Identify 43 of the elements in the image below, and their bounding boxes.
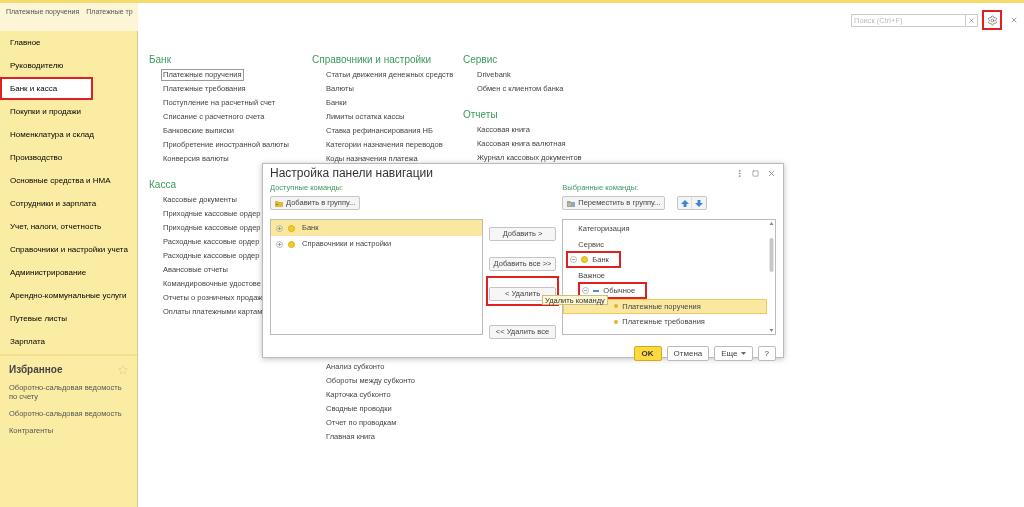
section-heading: Банк	[149, 53, 172, 67]
section-heading: Касса	[149, 178, 176, 192]
caret-icon	[740, 352, 746, 355]
more-button[interactable]: Еще	[714, 346, 753, 361]
section-heading: Сервис	[463, 53, 498, 67]
more-icon[interactable]	[735, 168, 744, 178]
ok-button[interactable]: OK	[633, 346, 662, 361]
sidebar-item[interactable]: Сотрудники и зарплата	[0, 192, 137, 215]
sidebar-item[interactable]: Учет, налоги, отчетность	[0, 215, 137, 238]
arrow-up-icon	[680, 199, 689, 207]
favorites-title: Избранное	[9, 363, 63, 377]
move-icon	[567, 199, 576, 207]
dialog-title: Настройка панели навигации	[270, 165, 433, 182]
close-icon[interactable]	[767, 168, 776, 178]
collapse-icon[interactable]	[582, 287, 590, 295]
sidebar-item[interactable]: Руководителю	[0, 54, 137, 77]
maximize-icon[interactable]	[752, 169, 759, 177]
section-heading: Справочники и настройки	[312, 53, 432, 67]
sidebar-item[interactable]: Путевые листы	[0, 307, 137, 330]
sidebar-item[interactable]: Покупки и продажи	[0, 100, 137, 123]
sidebar-item[interactable]: Арендно-коммунальные услуги	[0, 284, 137, 307]
expand-icon[interactable]	[276, 224, 283, 232]
sidebar-item[interactable]: Номенклатура и склад	[0, 123, 137, 146]
scrollbar[interactable]	[768, 220, 775, 334]
sidebar-item[interactable]: Администрирование	[0, 261, 137, 284]
sidebar-item[interactable]: Зарплата	[0, 330, 137, 353]
gear-icon	[986, 14, 998, 26]
dialog-button[interactable]: Отмена	[666, 346, 710, 361]
sidebar-item[interactable]: Главное	[0, 31, 137, 54]
sidebar-item[interactable]: Основные средства и НМА	[0, 169, 137, 192]
sidebar-item[interactable]: Справочники и настройки учета	[0, 238, 137, 261]
sidebar-item[interactable]: Производство	[0, 146, 137, 169]
arrow-down-icon	[695, 199, 704, 207]
section-heading: Отчеты	[463, 108, 498, 122]
collapse-icon[interactable]	[570, 256, 578, 264]
expand-icon[interactable]	[276, 240, 283, 248]
dash-icon	[593, 289, 600, 292]
sidebar-item[interactable]: Банк и касса	[0, 77, 93, 100]
settings-button[interactable]	[982, 10, 1002, 30]
folder-icon	[275, 199, 283, 207]
close-icon[interactable]	[1010, 16, 1018, 24]
dialog-button[interactable]: ?	[757, 346, 776, 361]
clear-icon[interactable]	[968, 16, 975, 24]
